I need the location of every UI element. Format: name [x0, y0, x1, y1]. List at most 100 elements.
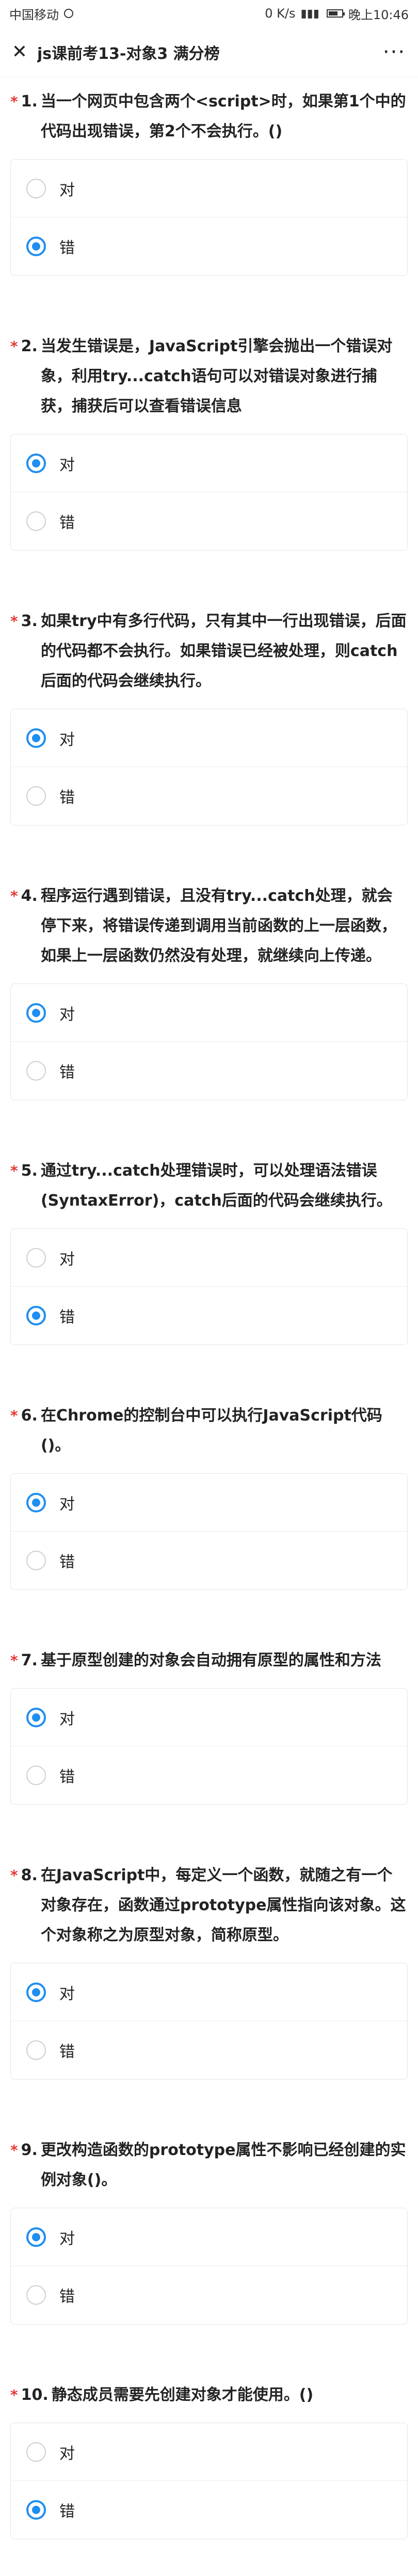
option-true[interactable]: 对 — [11, 2208, 407, 2266]
option-false[interactable]: 错 — [11, 767, 407, 825]
option-true[interactable]: 对 — [11, 1689, 407, 1746]
question-7-title: * 7. 基于原型创建的对象会自动拥有原型的属性和方法 — [10, 1646, 408, 1676]
option-label: 对 — [59, 1250, 75, 1269]
options-list: 对 错 — [10, 983, 408, 1100]
more-icon[interactable]: ··· — [379, 40, 410, 64]
question-text: 当发生错误是，JavaScript引擎会抛出一个错误对象，利用try...cat… — [40, 337, 393, 415]
option-label: 错 — [59, 1768, 75, 1786]
option-true[interactable]: 对 — [11, 984, 407, 1042]
radio-selected-icon[interactable] — [26, 237, 46, 256]
radio-unselected-icon[interactable] — [26, 786, 46, 806]
network-speed: 0 K/s — [265, 6, 296, 21]
question-1: * 1. 当一个网页中包含两个<script>时，如果第1个中的代码出现错误，第… — [10, 77, 408, 322]
option-label: 错 — [59, 2043, 75, 2061]
option-label: 对 — [59, 2444, 75, 2463]
option-label: 错 — [59, 2503, 75, 2521]
radio-selected-icon[interactable] — [26, 1492, 46, 1512]
app-header: ✕ js课前考13-对象3 满分榜 ··· — [0, 27, 418, 77]
question-4-title: * 4. 程序运行遇到错误，且没有try...catch处理，就会停下来，将错误… — [10, 881, 408, 971]
option-label: 对 — [59, 1710, 75, 1728]
option-true[interactable]: 对 — [11, 2423, 407, 2481]
radio-selected-icon[interactable] — [26, 1003, 46, 1023]
status-circle-icon — [64, 9, 73, 18]
radio-selected-icon[interactable] — [26, 2227, 46, 2247]
option-false[interactable]: 错 — [11, 1532, 407, 1589]
radio-selected-icon[interactable] — [26, 728, 46, 748]
quiz-content: * 1. 当一个网页中包含两个<script>时，如果第1个中的代码出现错误，第… — [0, 77, 418, 2576]
question-5: * 5. 通过try...catch处理错误时，可以处理语法错误(SyntaxE… — [10, 1147, 408, 1392]
question-number: 5. — [21, 1162, 38, 1180]
radio-unselected-icon[interactable] — [26, 1061, 46, 1081]
radio-selected-icon[interactable] — [26, 1707, 46, 1727]
option-true[interactable]: 对 — [11, 434, 407, 492]
question-2-title: * 2. 当发生错误是，JavaScript引擎会抛出一个错误对象，利用try.… — [10, 332, 408, 421]
radio-selected-icon[interactable] — [26, 1982, 46, 2002]
required-mark: * — [10, 1407, 18, 1424]
radio-unselected-icon[interactable] — [26, 511, 46, 531]
question-9-title: * 9. 更改构造函数的prototype属性不影响已经创建的实例对象()。 — [10, 2135, 408, 2195]
option-label: 错 — [59, 1308, 75, 1326]
options-list: 对 错 — [10, 2208, 408, 2324]
option-false[interactable]: 错 — [11, 492, 407, 550]
required-mark: * — [10, 1652, 18, 1669]
option-label: 对 — [59, 456, 75, 474]
option-label: 错 — [59, 1064, 75, 1082]
option-false[interactable]: 错 — [11, 1042, 407, 1100]
option-false[interactable]: 错 — [11, 217, 407, 275]
radio-unselected-icon[interactable] — [26, 2040, 46, 2060]
question-10: * 10. 静态成员需要先创建对象才能使用。() 对 错 — [10, 2371, 408, 2576]
radio-unselected-icon[interactable] — [26, 1247, 46, 1268]
options-list: 对 错 — [10, 434, 408, 551]
status-right: 0 K/s ▮▮▮ 晚上10:46 — [265, 5, 409, 23]
required-mark: * — [10, 2142, 18, 2159]
option-false[interactable]: 错 — [11, 2481, 407, 2539]
question-1-title: * 1. 当一个网页中包含两个<script>时，如果第1个中的代码出现错误，第… — [10, 87, 408, 147]
question-number: 4. — [21, 887, 38, 905]
option-label: 错 — [59, 1553, 75, 1571]
options-list: 对 错 — [10, 1963, 408, 2080]
option-true[interactable]: 对 — [11, 709, 407, 767]
radio-unselected-icon[interactable] — [26, 2285, 46, 2305]
options-list: 对 错 — [10, 709, 408, 825]
radio-selected-icon[interactable] — [26, 2500, 46, 2520]
option-label: 错 — [59, 789, 75, 807]
option-true[interactable]: 对 — [11, 1963, 407, 2021]
option-label: 对 — [59, 1985, 75, 2003]
question-number: 9. — [21, 2141, 38, 2159]
question-text: 在JavaScript中，每定义一个函数，就随之有一个对象存在，函数通过prot… — [40, 1866, 406, 1944]
option-false[interactable]: 错 — [11, 1287, 407, 1345]
required-mark: * — [10, 93, 18, 110]
options-list: 对 错 — [10, 2423, 408, 2539]
option-true[interactable]: 对 — [11, 1474, 407, 1532]
question-6-title: * 6. 在Chrome的控制台中可以执行JavaScript代码()。 — [10, 1401, 408, 1461]
options-list: 对 错 — [10, 1228, 408, 1345]
question-number: 10. — [21, 2386, 49, 2404]
option-true[interactable]: 对 — [11, 1229, 407, 1287]
radio-unselected-icon[interactable] — [26, 178, 46, 198]
radio-selected-icon[interactable] — [26, 1306, 46, 1325]
question-2: * 2. 当发生错误是，JavaScript引擎会抛出一个错误对象，利用try.… — [10, 322, 408, 597]
option-true[interactable]: 对 — [11, 160, 407, 217]
radio-unselected-icon[interactable] — [26, 1551, 46, 1570]
signal-bars-icon: ▮▮▮ — [300, 7, 319, 20]
option-label: 对 — [59, 181, 75, 199]
option-false[interactable]: 错 — [11, 2021, 407, 2079]
radio-unselected-icon[interactable] — [26, 2442, 46, 2462]
radio-unselected-icon[interactable] — [26, 1766, 46, 1785]
question-6: * 6. 在Chrome的控制台中可以执行JavaScript代码()。 对 错 — [10, 1392, 408, 1636]
option-false[interactable]: 错 — [11, 2266, 407, 2324]
battery-icon — [326, 9, 345, 18]
question-number: 1. — [21, 92, 38, 111]
close-icon[interactable]: ✕ — [8, 41, 31, 64]
page-title: js课前考13-对象3 满分榜 — [37, 44, 220, 63]
question-8: * 8. 在JavaScript中，每定义一个函数，就随之有一个对象存在，函数通… — [10, 1851, 408, 2126]
question-text: 如果try中有多行代码，只有其中一行出现错误，后面的代码都不会执行。如果错误已经… — [40, 612, 407, 690]
question-text: 程序运行遇到错误，且没有try...catch处理，就会停下来，将错误传递到调用… — [40, 887, 397, 965]
options-list: 对 错 — [10, 1473, 408, 1590]
required-mark: * — [10, 2386, 18, 2403]
question-number: 2. — [21, 337, 38, 355]
radio-selected-icon[interactable] — [26, 453, 46, 473]
question-3-title: * 3. 如果try中有多行代码，只有其中一行出现错误，后面的代码都不会执行。如… — [10, 606, 408, 696]
question-8-title: * 8. 在JavaScript中，每定义一个函数，就随之有一个对象存在，函数通… — [10, 1861, 408, 1950]
option-false[interactable]: 错 — [11, 1746, 407, 1804]
